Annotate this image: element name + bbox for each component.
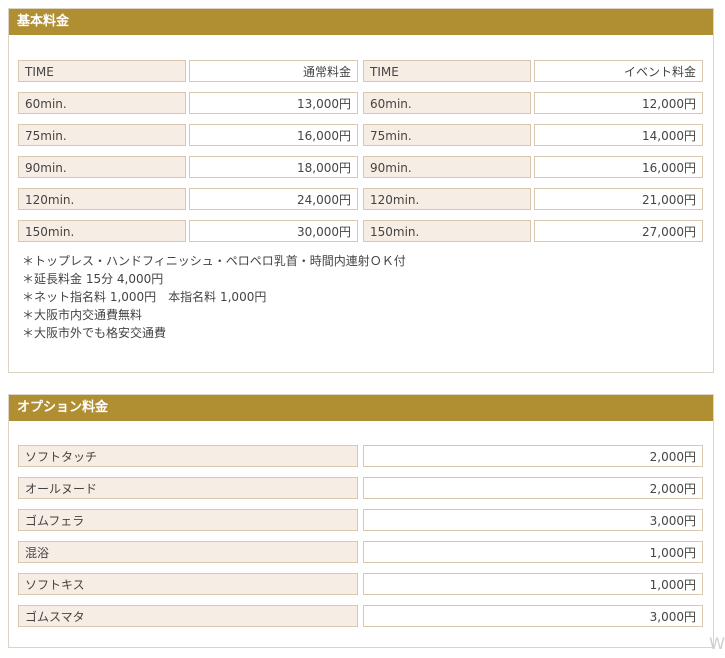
- time-cell: 90min.: [18, 156, 186, 178]
- time-cell: 120min.: [363, 188, 531, 210]
- time-cell: TIME: [18, 60, 186, 82]
- option-name-cell: ソフトタッチ: [18, 445, 358, 467]
- option-price-cell: 1,000円: [363, 573, 703, 595]
- option-price-cell: 3,000円: [363, 509, 703, 531]
- price-cell: 14,000円: [534, 124, 703, 146]
- option-price-title: オプション料金: [9, 395, 713, 421]
- price-cell: 13,000円: [189, 92, 358, 114]
- option-name-cell: ゴムフェラ: [18, 509, 358, 531]
- price-cell: 16,000円: [189, 124, 358, 146]
- option-name-cell: ゴムスマタ: [18, 605, 358, 627]
- basic-price-notes: ＊トップレス・ハンドフィニッシュ・ペロペロ乳首・時間内連射ＯＫ付 ＊延長料金 1…: [22, 252, 406, 342]
- option-price-cell: 3,000円: [363, 605, 703, 627]
- time-cell: 60min.: [363, 92, 531, 114]
- option-name-cell: ソフトキス: [18, 573, 358, 595]
- note-item: ＊延長料金 15分 4,000円: [22, 272, 164, 286]
- price-cell: 21,000円: [534, 188, 703, 210]
- time-cell: TIME: [363, 60, 531, 82]
- option-name-cell: オールヌード: [18, 477, 358, 499]
- price-cell: 16,000円: [534, 156, 703, 178]
- time-cell: 150min.: [363, 220, 531, 242]
- time-cell: 90min.: [363, 156, 531, 178]
- time-cell: 75min.: [363, 124, 531, 146]
- note-item: ＊大阪市外でも格安交通費: [22, 326, 167, 340]
- note-item: ＊トップレス・ハンドフィニッシュ・ペロペロ乳首・時間内連射ＯＫ付: [22, 254, 406, 268]
- time-cell: 150min.: [18, 220, 186, 242]
- note-item: ＊ネット指名料 1,000円 本指名料 1,000円: [22, 290, 267, 304]
- basic-price-title: 基本料金: [9, 9, 713, 35]
- watermark-text: W: [709, 634, 725, 653]
- option-price-cell: 1,000円: [363, 541, 703, 563]
- time-cell: 75min.: [18, 124, 186, 146]
- price-cell: 30,000円: [189, 220, 358, 242]
- option-name-cell: 混浴: [18, 541, 358, 563]
- option-price-cell: 2,000円: [363, 445, 703, 467]
- price-cell: 27,000円: [534, 220, 703, 242]
- time-cell: 60min.: [18, 92, 186, 114]
- price-cell: 24,000円: [189, 188, 358, 210]
- price-cell: 18,000円: [189, 156, 358, 178]
- time-cell: 120min.: [18, 188, 186, 210]
- price-cell: イベント料金: [534, 60, 703, 82]
- note-item: ＊大阪市内交通費無料: [22, 308, 143, 322]
- price-cell: 12,000円: [534, 92, 703, 114]
- option-price-cell: 2,000円: [363, 477, 703, 499]
- price-cell: 通常料金: [189, 60, 358, 82]
